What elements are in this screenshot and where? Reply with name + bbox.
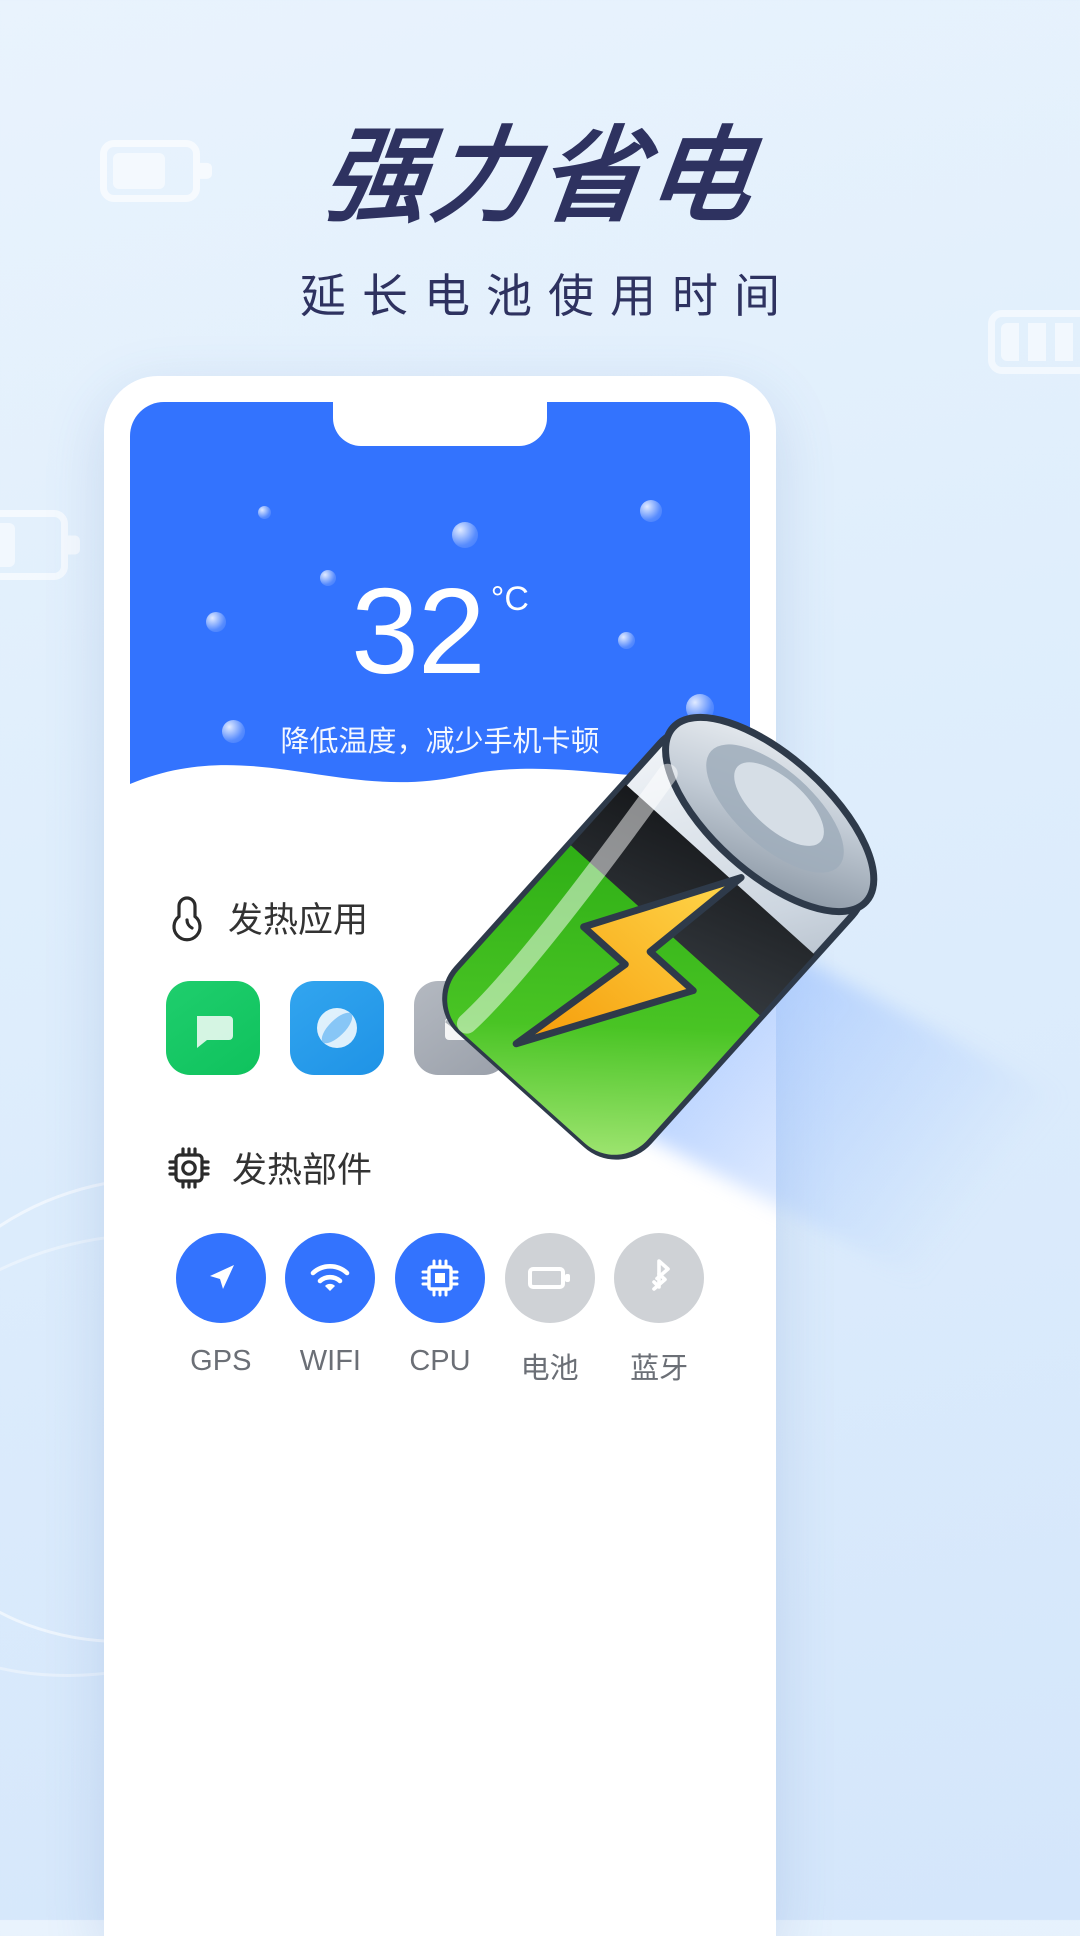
part-wifi[interactable]: WIFI: [276, 1233, 386, 1387]
part-gps[interactable]: GPS: [166, 1233, 276, 1387]
part-icon-circle: [394, 1233, 485, 1323]
part-icon-circle: [285, 1233, 376, 1323]
bubble-decor: [258, 506, 271, 519]
part-icon-circle: [614, 1233, 705, 1323]
location-arrow-icon: [209, 1265, 234, 1289]
part-label: 电池: [520, 1353, 579, 1385]
temperature-unit: °C: [490, 580, 529, 618]
section-title: 发热部件: [232, 1151, 373, 1190]
part-label: CPU: [409, 1345, 471, 1377]
part-label: WIFI: [299, 1345, 361, 1377]
part-icon-circle: [175, 1233, 266, 1323]
part-battery[interactable]: 电池: [495, 1233, 605, 1387]
bubble-decor: [452, 522, 478, 548]
hot-parts-list: GPS WIFI CPU 电池 蓝牙: [166, 1233, 714, 1387]
browser-app-icon[interactable]: [290, 981, 384, 1075]
part-icon-circle: [504, 1233, 595, 1323]
phone-notch: [333, 402, 547, 446]
cpu-chip-icon: [168, 1146, 210, 1189]
headline-block: 强力省电 延长电池使用时间: [0, 115, 1080, 326]
messages-app-icon[interactable]: [166, 981, 260, 1075]
page-subtitle: 延长电池使用时间: [300, 270, 796, 323]
cpu-icon: [421, 1259, 459, 1297]
thermometer-icon: [172, 895, 202, 941]
part-bluetooth[interactable]: 蓝牙: [604, 1233, 714, 1387]
page-title: 强力省电: [316, 115, 764, 237]
part-label: 蓝牙: [630, 1353, 689, 1385]
part-label: GPS: [190, 1345, 252, 1377]
compass-icon: [317, 1008, 357, 1048]
battery-icon: [527, 1267, 570, 1289]
section-title: 发热应用: [228, 901, 369, 940]
chat-bubble-icon: [197, 1016, 233, 1048]
wifi-icon: [311, 1264, 350, 1291]
charging-battery-illustration: [442, 713, 878, 1160]
bluetooth-icon: [652, 1259, 670, 1291]
bg-battery-outline-half: [0, 510, 68, 580]
part-cpu[interactable]: CPU: [385, 1233, 495, 1387]
bubble-decor: [640, 500, 662, 522]
